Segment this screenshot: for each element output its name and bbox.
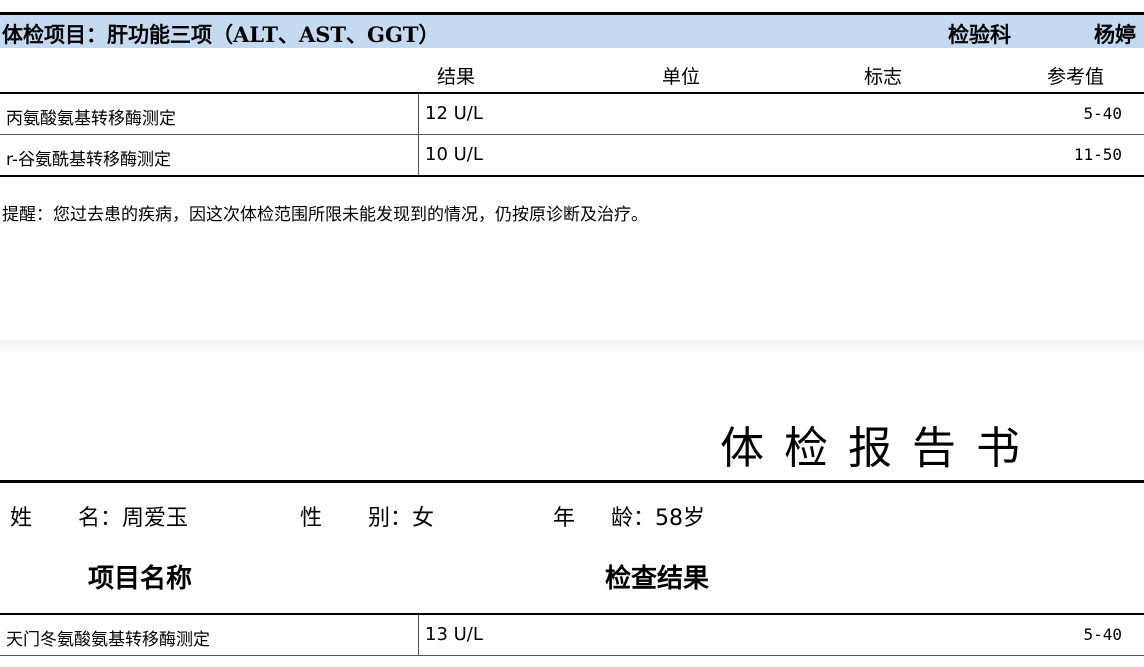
gender-value: 女 xyxy=(412,506,435,531)
report-page-bottom: 体检报告书 姓 名：周爱玉 性 别：女 年 龄：58岁 项目名称 检查结果 天门冬氨酸… xyxy=(0,354,1144,667)
test-name: r-谷氨酰基转移酶测定 xyxy=(6,150,172,170)
department-label: 检验科 xyxy=(948,22,1011,47)
column-header-unit: 单位 xyxy=(662,66,701,88)
table-row: 天门冬氨酸氨基转移酶测定 13 U/L 5-40 xyxy=(0,615,1144,656)
doctor-name: 杨婷 xyxy=(1094,22,1136,47)
column-header-result: 结果 xyxy=(437,66,476,88)
test-result: 10 U/L xyxy=(418,135,483,175)
results-table: 丙氨酸氨基转移酶测定 12 U/L 5-40 r-谷氨酰基转移酶测定 10 U/… xyxy=(0,92,1144,177)
report-title: 体检报告书 xyxy=(720,423,1040,474)
gender-label-1: 性 xyxy=(300,506,323,531)
name-label-1: 姓 xyxy=(10,506,33,531)
table-row: r-谷氨酰基转移酶测定 10 U/L 11-50 xyxy=(0,135,1144,177)
name-value: 周爱玉 xyxy=(122,506,189,531)
gender-label-2: 别： xyxy=(368,506,413,531)
patient-name: 姓 名：周爱玉 xyxy=(10,500,188,532)
reference-range: 11-50 xyxy=(1073,145,1122,164)
reminder-note: 提醒：您过去患的疾病，因这次体检范围所限未能发现到的情况，仍按原诊断及治疗。 xyxy=(2,205,648,225)
age-label-2: 龄： xyxy=(611,506,656,531)
section-header-item-name: 项目名称 xyxy=(88,564,193,594)
test-name: 丙氨酸氨基转移酶测定 xyxy=(6,109,176,129)
section-header-check-result: 检查结果 xyxy=(605,564,710,594)
column-header-flag: 标志 xyxy=(864,66,903,88)
column-header-reference: 参考值 xyxy=(1047,66,1105,88)
title-divider xyxy=(0,480,1144,483)
reference-range: 5-40 xyxy=(1083,104,1122,123)
table-row: 丙氨酸氨基转移酶测定 12 U/L 5-40 xyxy=(0,94,1144,135)
patient-gender: 性 别：女 xyxy=(300,500,434,532)
test-result: 13 U/L xyxy=(418,615,483,655)
page-separator xyxy=(0,340,1144,354)
report-page-top: 体检项目：肝功能三项（ALT、AST、GGT） 检验科 杨婷 结果 单位 标志 … xyxy=(0,0,1144,340)
test-name: 天门冬氨酸氨基转移酶测定 xyxy=(6,630,210,650)
exam-item-header: 体检项目：肝功能三项（ALT、AST、GGT） 检验科 杨婷 xyxy=(0,12,1144,48)
patient-age: 年 龄：58岁 xyxy=(553,500,705,532)
reference-range: 5-40 xyxy=(1083,625,1122,644)
results-table: 天门冬氨酸氨基转移酶测定 13 U/L 5-40 xyxy=(0,613,1144,656)
age-label-1: 年 xyxy=(553,506,576,531)
name-label-2: 名： xyxy=(78,506,123,531)
test-result: 12 U/L xyxy=(418,94,483,134)
exam-item-title: 体检项目：肝功能三项（ALT、AST、GGT） xyxy=(2,22,440,47)
age-value: 58岁 xyxy=(655,506,706,531)
